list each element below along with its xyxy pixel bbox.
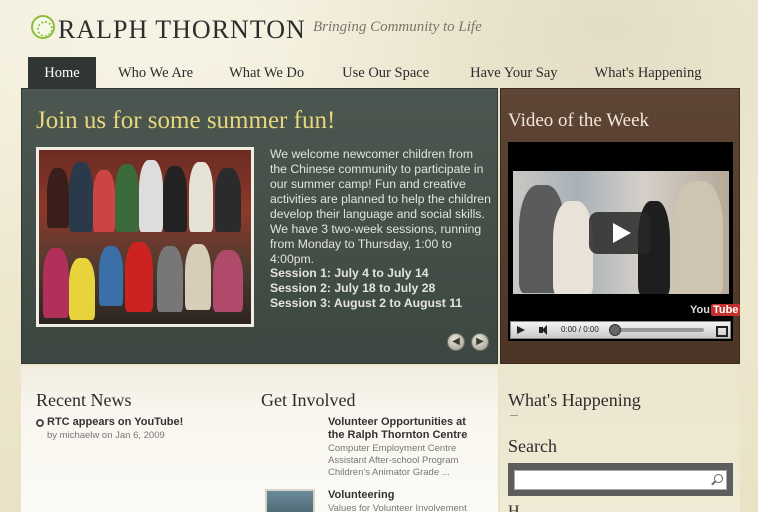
session-3-text: Session 3: August 2 to August 11 (270, 296, 463, 310)
video-controls: 0:00 / 0:00 (510, 321, 731, 339)
feature-description: We welcome newcomer children from the Ch… (270, 147, 491, 266)
site-logo-text[interactable]: RALPH THORNTON (58, 15, 306, 45)
logo-icon[interactable] (31, 15, 55, 39)
bullet-icon (36, 419, 44, 427)
gi-desc-line: Assistant After-school Program (328, 455, 459, 466)
fullscreen-icon[interactable] (711, 322, 729, 338)
seek-handle[interactable] (609, 324, 621, 336)
get-involved-heading: Get Involved (261, 390, 356, 410)
video-title: Video of the Week (508, 110, 650, 131)
volunteering-link[interactable]: Volunteering (328, 489, 394, 502)
volunteer-opportunities-desc: Computer Employment Centre Assistant Aft… (328, 443, 458, 479)
youtube-logo[interactable]: You Tube (690, 304, 741, 316)
nav-item-who-we-are[interactable]: Who We Are (107, 57, 204, 88)
next-slide-button[interactable]: ▶ (471, 333, 489, 351)
whats-happening-heading: What's Happening (508, 390, 641, 410)
news-item-title[interactable]: RTC appears on YouTube! (47, 416, 183, 428)
gi-title-line: the Ralph Thornton Centre (328, 429, 468, 441)
next-heading-fragment: H (508, 503, 520, 512)
nav-item-have-your-say[interactable]: Have Your Say (459, 57, 568, 88)
news-item-meta: by michaelw on Jan 6, 2009 (47, 430, 165, 441)
main-nav: Home Who We Are What We Do Use Our Space… (28, 57, 712, 88)
feature-photo[interactable] (36, 147, 254, 327)
volume-icon[interactable] (536, 322, 552, 338)
search-input[interactable] (514, 470, 727, 490)
gi-desc-line: Computer Employment Centre (328, 443, 457, 454)
gi-title-line: Volunteer Opportunities at (328, 416, 466, 428)
search-icon[interactable] (714, 474, 723, 483)
youtube-logo-prefix: You (690, 304, 710, 316)
prev-slide-button[interactable]: ◀ (447, 333, 465, 351)
group-photo-image (39, 150, 251, 324)
nav-item-use-our-space[interactable]: Use Our Space (331, 57, 440, 88)
nav-item-home[interactable]: Home (28, 57, 96, 88)
gi-desc-line: Children's Animator Grade ... (328, 467, 450, 478)
recent-news-heading: Recent News (36, 390, 132, 410)
youtube-logo-suffix: Tube (710, 304, 741, 316)
divider (510, 415, 518, 416)
search-heading: Search (508, 436, 557, 456)
seek-bar[interactable] (612, 328, 704, 332)
volunteering-desc: Values for Volunteer Involvement (328, 503, 467, 512)
nav-item-whats-happening[interactable]: What's Happening (584, 57, 713, 88)
session-1-text: Session 1: July 4 to July 14 (270, 266, 429, 280)
volunteer-opportunities-link[interactable]: Volunteer Opportunities at the Ralph Tho… (328, 416, 467, 442)
play-small-icon[interactable] (511, 322, 531, 338)
site-tagline: Bringing Community to Life (313, 19, 482, 35)
session-2-text: Session 2: July 18 to July 28 (270, 281, 436, 295)
play-icon[interactable] (589, 212, 651, 254)
nav-item-what-we-do[interactable]: What We Do (218, 57, 315, 88)
volunteering-thumbnail[interactable] (265, 489, 315, 512)
feature-title[interactable]: Join us for some summer fun! (36, 107, 335, 135)
video-time: 0:00 / 0:00 (561, 325, 599, 334)
